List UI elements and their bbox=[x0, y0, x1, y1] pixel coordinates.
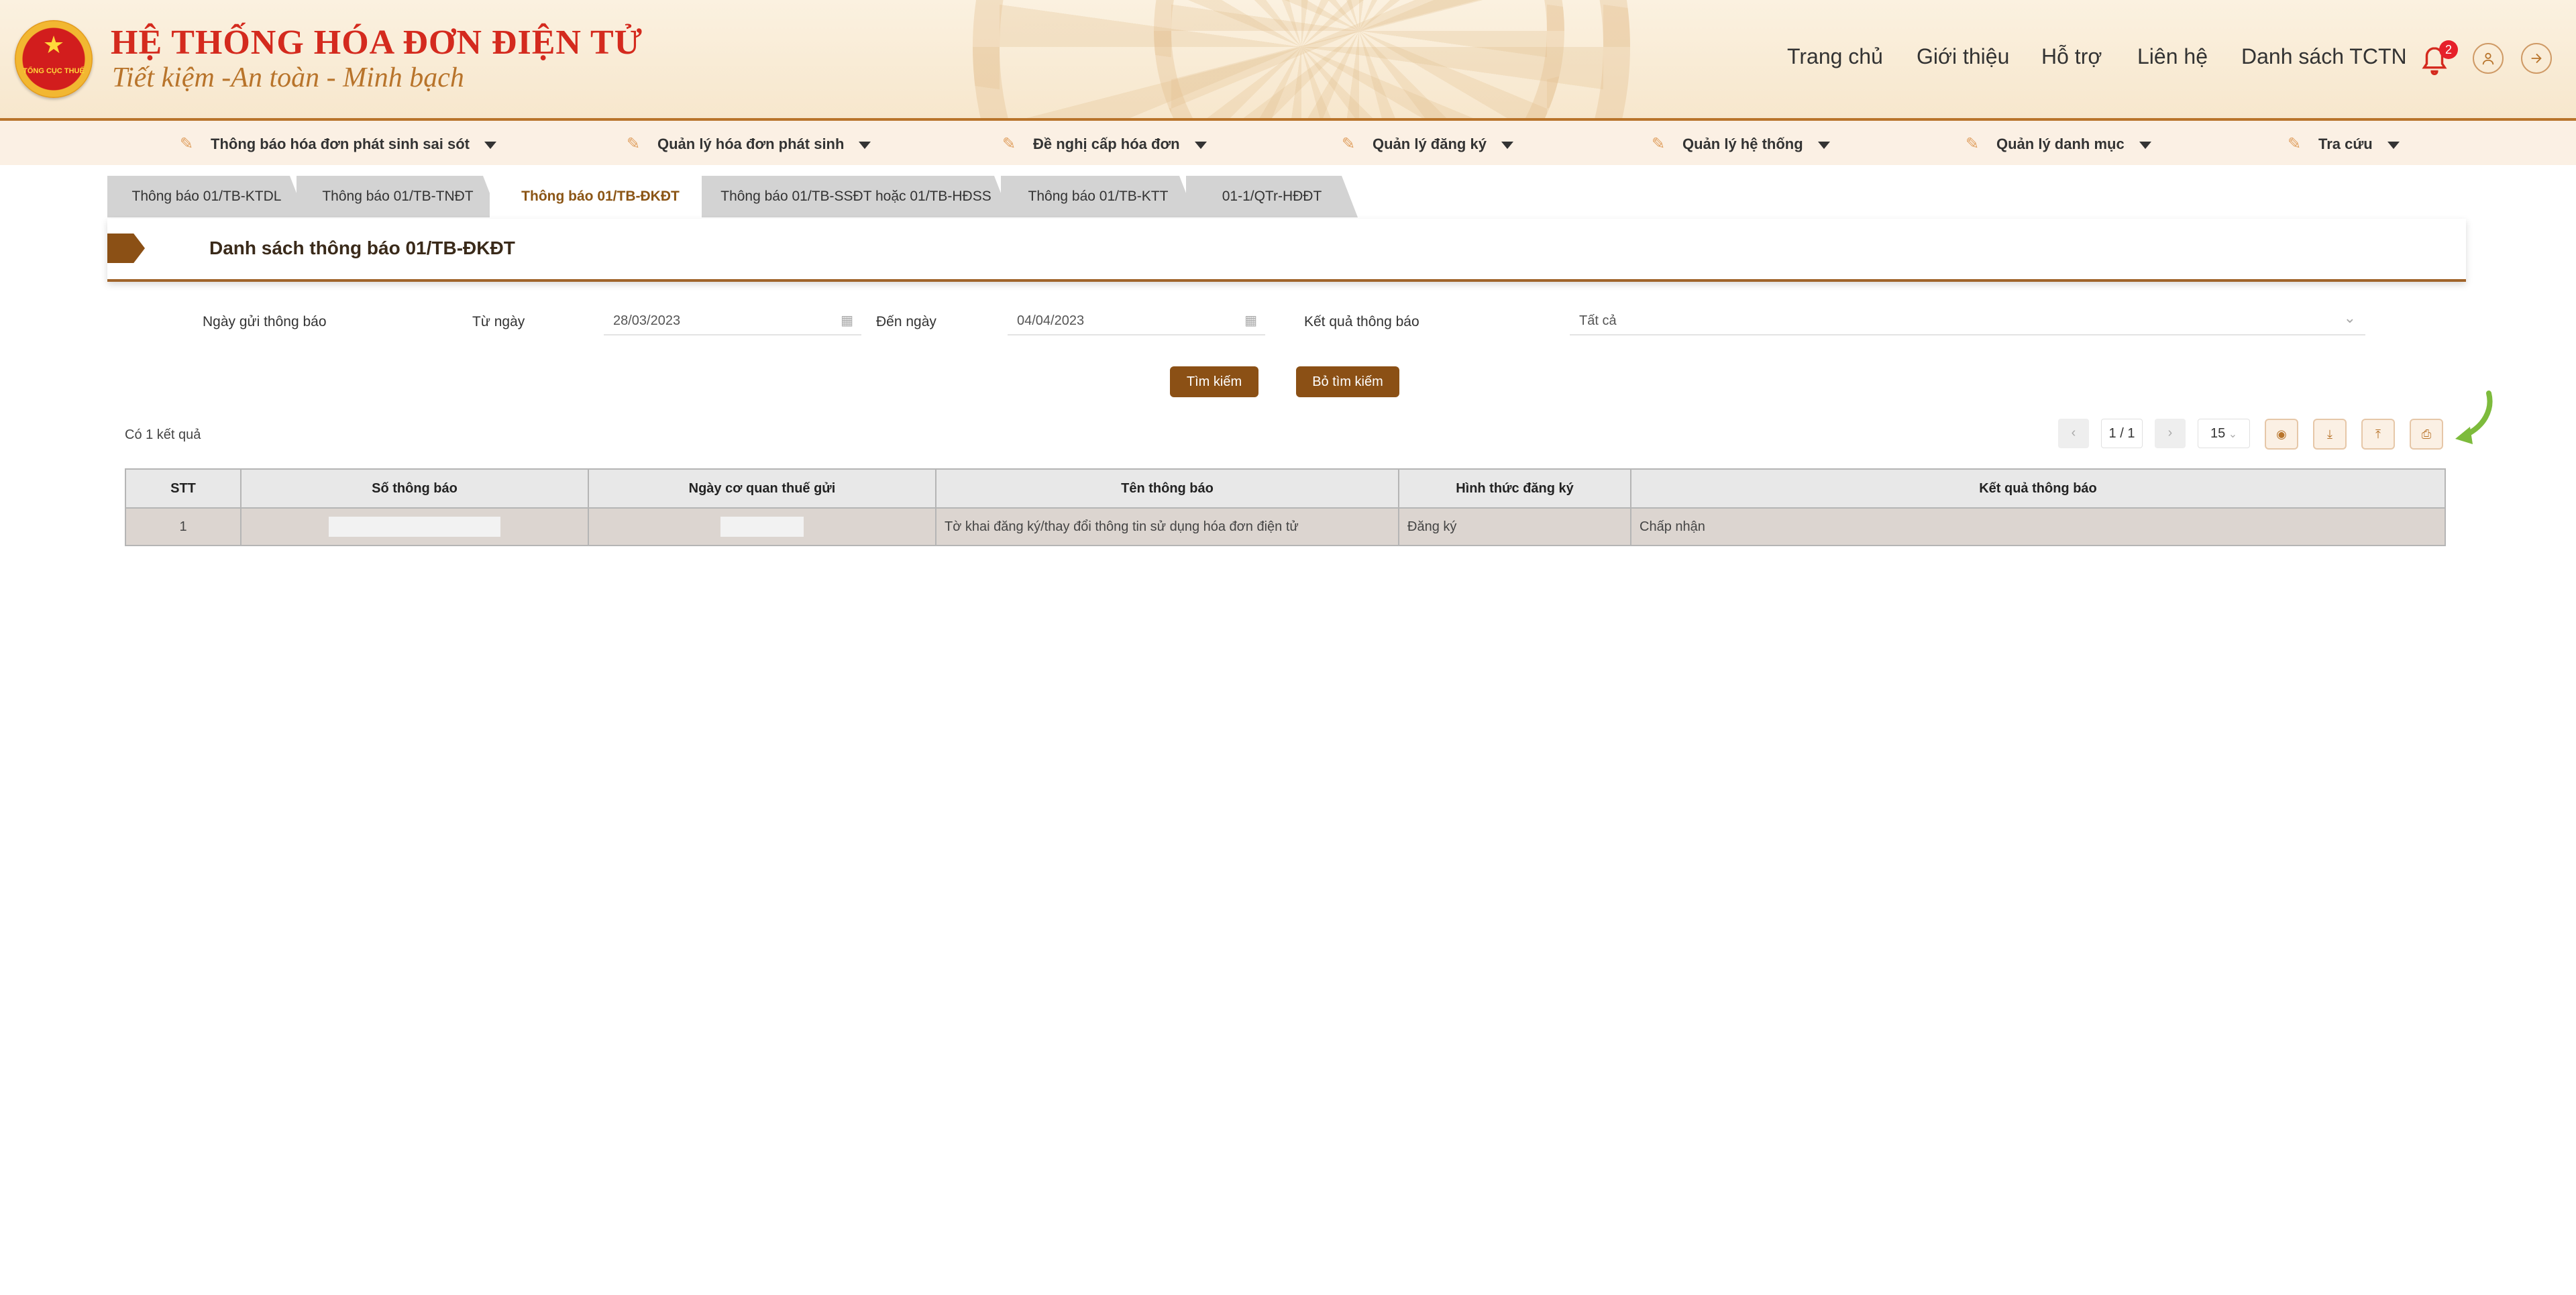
document-pen-icon: ✎ bbox=[2288, 135, 2302, 153]
title-flag-icon bbox=[107, 234, 145, 263]
printer-icon[interactable]: ⎙ bbox=[2410, 419, 2443, 450]
menu-lookup[interactable]: ✎ Tra cứu bbox=[2288, 134, 2400, 154]
chevron-down-icon: ⌄ bbox=[2343, 309, 2356, 326]
notice-table: STT Số thông báo Ngày cơ quan thuế gửi T… bbox=[125, 468, 2446, 546]
national-emblem-logo[interactable]: ★ TỔNG CỤC THUẾ bbox=[15, 20, 93, 98]
document-pen-icon: ✎ bbox=[1342, 135, 1356, 153]
cell-result: Chấp nhận bbox=[1630, 507, 2446, 546]
caret-down-icon bbox=[2139, 141, 2151, 149]
tab-01-tb-ktt[interactable]: Thông báo 01/TB-KTT bbox=[1001, 176, 1195, 217]
site-slogan: Tiết kiệm -An toàn - Minh bạch bbox=[112, 62, 464, 93]
user-icon[interactable] bbox=[2473, 43, 2504, 74]
tab-01-tb-ktdl[interactable]: Thông báo 01/TB-KTDL bbox=[107, 176, 306, 217]
result-label: Kết quả thông báo bbox=[1304, 314, 1419, 329]
tab-01-1-qtr-hddt[interactable]: 01-1/QTr-HĐĐT bbox=[1186, 176, 1358, 217]
tab-01-tb-tndt[interactable]: Thông báo 01/TB-TNĐT bbox=[297, 176, 499, 217]
view-icon[interactable]: ◉ bbox=[2265, 419, 2298, 450]
site-header: ★ TỔNG CỤC THUẾ HỆ THỐNG HÓA ĐƠN ĐIỆN TỬ… bbox=[0, 0, 2576, 121]
document-pen-icon: ✎ bbox=[1002, 135, 1016, 153]
page-title: Danh sách thông báo 01/TB-ĐKĐT bbox=[209, 238, 515, 258]
menu-manage-invoices[interactable]: ✎ Quản lý hóa đơn phát sinh bbox=[627, 134, 871, 154]
cell-sent-date bbox=[588, 507, 936, 546]
arrow-right-icon[interactable] bbox=[2521, 43, 2552, 74]
main-menu-bar: ✎ Thông báo hóa đơn phát sinh sai sót ✎ Qu… bbox=[0, 121, 2576, 165]
col-sent-date[interactable]: Ngày cơ quan thuế gửi bbox=[588, 468, 936, 509]
notification-count-badge: 2 bbox=[2439, 40, 2458, 59]
export-icon[interactable]: ⤒ bbox=[2361, 419, 2395, 450]
cell-notice-number bbox=[240, 507, 589, 546]
caret-down-icon bbox=[1501, 141, 1513, 149]
menu-manage-registration[interactable]: ✎ Quản lý đăng ký bbox=[1342, 134, 1513, 154]
bronze-drum-pattern-inner bbox=[1154, 0, 1564, 118]
caret-down-icon bbox=[1194, 141, 1207, 149]
cell-stt: 1 bbox=[125, 507, 241, 546]
menu-error-invoice-notice[interactable]: ✎ Thông báo hóa đơn phát sinh sai sót bbox=[180, 134, 496, 154]
page-indicator: 1 / 1 bbox=[2101, 419, 2143, 448]
menu-manage-system[interactable]: ✎ Quản lý hệ thống bbox=[1652, 134, 1830, 154]
document-pen-icon: ✎ bbox=[1652, 135, 1666, 153]
table-header-row: STT Số thông báo Ngày cơ quan thuế gửi T… bbox=[125, 468, 2446, 509]
page-title-band: Danh sách thông báo 01/TB-ĐKĐT bbox=[107, 219, 2466, 282]
caret-down-icon bbox=[484, 141, 496, 149]
site-title: HỆ THỐNG HÓA ĐƠN ĐIỆN TỬ bbox=[111, 23, 643, 62]
chevron-down-icon: ⌄ bbox=[2225, 429, 2238, 440]
nav-home[interactable]: Trang chủ bbox=[1787, 44, 1883, 69]
tab-01-tb-ssdt[interactable]: Thông báo 01/TB-SSĐT hoặc 01/TB-HĐSS bbox=[702, 176, 1010, 217]
col-result[interactable]: Kết quả thông báo bbox=[1630, 468, 2446, 509]
from-date-input[interactable]: 28/03/2023 ▦ bbox=[604, 307, 861, 335]
menu-manage-catalog[interactable]: ✎ Quản lý danh mục bbox=[1966, 134, 2151, 154]
to-date-input[interactable]: 04/04/2023 ▦ bbox=[1008, 307, 1265, 335]
from-date-label: Từ ngày bbox=[472, 314, 525, 329]
tab-01-tb-dkdt[interactable]: Thông báo 01/TB-ĐKĐT bbox=[490, 176, 711, 217]
calendar-icon[interactable]: ▦ bbox=[1244, 307, 1257, 334]
col-registration-type[interactable]: Hình thức đăng ký bbox=[1398, 468, 1631, 509]
cell-registration-type: Đăng ký bbox=[1398, 507, 1631, 546]
redacted-value bbox=[329, 517, 500, 537]
document-pen-icon: ✎ bbox=[180, 135, 194, 153]
download-icon[interactable]: ⤓ bbox=[2313, 419, 2347, 450]
table-row[interactable]: 1 Tờ khai đăng ký/thay đổi thông tin sử … bbox=[125, 507, 2446, 546]
prev-page-button[interactable]: ‹ bbox=[2058, 419, 2089, 448]
col-stt[interactable]: STT bbox=[125, 468, 241, 509]
nav-about[interactable]: Giới thiệu bbox=[1917, 44, 2009, 69]
nav-support[interactable]: Hỗ trợ bbox=[2041, 44, 2102, 69]
caret-down-icon bbox=[2387, 141, 2400, 149]
to-date-label: Đến ngày bbox=[876, 314, 936, 329]
result-count: Có 1 kết quả bbox=[125, 427, 201, 442]
cell-notice-name: Tờ khai đăng ký/thay đổi thông tin sử dụ… bbox=[935, 507, 1399, 546]
caret-down-icon bbox=[859, 141, 871, 149]
hint-arrow-icon bbox=[2455, 391, 2493, 444]
result-select[interactable]: Tất cả ⌄ bbox=[1570, 307, 2365, 335]
calendar-icon[interactable]: ▦ bbox=[841, 307, 853, 334]
col-notice-number[interactable]: Số thông báo bbox=[240, 468, 589, 509]
col-notice-name[interactable]: Tên thông báo bbox=[935, 468, 1399, 509]
menu-invoice-request[interactable]: ✎ Đề nghị cấp hóa đơn bbox=[1002, 134, 1207, 154]
document-pen-icon: ✎ bbox=[1966, 135, 1980, 153]
clear-search-button[interactable]: Bỏ tìm kiếm bbox=[1296, 366, 1399, 397]
nav-provider-list[interactable]: Danh sách TCTN bbox=[2241, 44, 2407, 69]
nav-contact[interactable]: Liên hệ bbox=[2137, 44, 2208, 69]
send-date-label: Ngày gửi thông báo bbox=[203, 314, 327, 329]
search-button[interactable]: Tìm kiếm bbox=[1170, 366, 1258, 397]
caret-down-icon bbox=[1817, 141, 1830, 149]
document-pen-icon: ✎ bbox=[627, 135, 641, 153]
page-size-select[interactable]: 15 ⌄ bbox=[2198, 419, 2250, 448]
redacted-value bbox=[720, 517, 804, 537]
next-page-button[interactable]: › bbox=[2155, 419, 2186, 448]
